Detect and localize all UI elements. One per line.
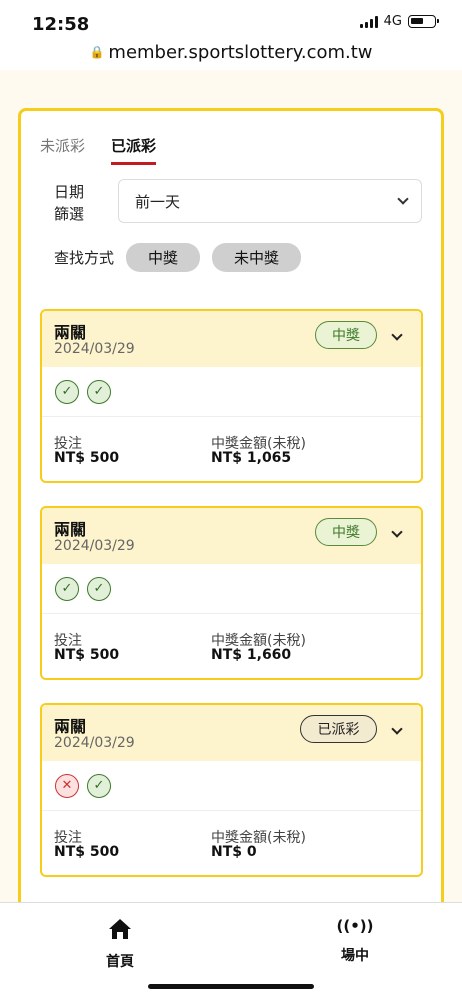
stake-value: NT$ 500	[54, 647, 120, 663]
chevron-down-icon[interactable]	[391, 723, 403, 735]
home-icon	[109, 919, 131, 939]
status-bar: 12:58 4G 🔒 member.sportslottery.com.tw	[0, 0, 462, 70]
nav-live[interactable]: ((•)) 場中	[315, 917, 395, 965]
check-circle-icon: ✓	[87, 379, 111, 404]
check-circle-icon: ✓	[55, 379, 79, 404]
prize-value: NT$ 1,660	[211, 647, 292, 663]
chevron-down-icon	[397, 193, 409, 205]
bet-card-header: 兩關 2024/03/29 中獎	[42, 508, 421, 564]
search-method-row: 查找方式 中獎 未中獎	[54, 243, 302, 272]
stake-value: NT$ 500	[54, 450, 120, 466]
lock-icon: 🔒	[89, 45, 105, 59]
check-circle-icon: ✓	[87, 773, 111, 798]
cross-circle-icon: ✕	[55, 773, 79, 798]
bet-card-header: 兩關 2024/03/29 中獎	[42, 311, 421, 367]
bet-type: 兩關	[54, 717, 87, 736]
chevron-down-icon[interactable]	[391, 329, 403, 341]
nav-home-label: 首頁	[106, 954, 134, 970]
status-badge: 中獎	[315, 518, 377, 546]
bet-date: 2024/03/29	[54, 341, 135, 357]
leg-results: ✓ ✓	[42, 564, 421, 614]
leg-results: ✓ ✓	[42, 367, 421, 417]
prize-value: NT$ 1,065	[211, 450, 292, 466]
tab-settled[interactable]: 已派彩	[111, 135, 157, 165]
payout-tabs: 未派彩 已派彩	[40, 135, 157, 165]
bet-card-footer: 投注 NT$ 500 中獎金額(未稅) NT$ 1,065	[42, 417, 421, 481]
status-indicators: 4G	[359, 14, 439, 29]
date-filter-label: 日期篩選	[54, 183, 85, 223]
nav-home[interactable]: 首頁	[80, 917, 160, 971]
chevron-down-icon[interactable]	[391, 526, 403, 538]
bet-card[interactable]: 兩關 2024/03/29 中獎 ✓ ✓ 投注 NT$ 500 中獎金額(未稅)…	[40, 309, 423, 483]
filter-win-button[interactable]: 中獎	[126, 243, 201, 272]
bet-card-footer: 投注 NT$ 500 中獎金額(未稅) NT$ 1,660	[42, 614, 421, 678]
bet-type: 兩關	[54, 520, 87, 539]
prize-value: NT$ 0	[211, 844, 257, 860]
home-indicator	[148, 984, 314, 989]
bet-card-footer: 投注 NT$ 500 中獎金額(未稅) NT$ 0	[42, 811, 421, 875]
bet-type: 兩關	[54, 323, 87, 342]
network-type: 4G	[383, 14, 402, 29]
date-filter-select[interactable]: 前一天	[118, 179, 422, 223]
page-content: 未派彩 已派彩 日期篩選 前一天 查找方式 中獎 未中獎 兩關 2024/03/…	[0, 70, 462, 938]
bet-card[interactable]: 兩關 2024/03/29 已派彩 ✕ ✓ 投注 NT$ 500 中獎金額(未稅…	[40, 703, 423, 877]
bet-date: 2024/03/29	[54, 735, 135, 751]
check-circle-icon: ✓	[87, 576, 111, 601]
bet-card[interactable]: 兩關 2024/03/29 中獎 ✓ ✓ 投注 NT$ 500 中獎金額(未稅)…	[40, 506, 423, 680]
status-badge: 已派彩	[300, 715, 377, 743]
live-broadcast-icon: ((•))	[336, 917, 374, 935]
check-circle-icon: ✓	[55, 576, 79, 601]
bet-history-panel: 未派彩 已派彩 日期篩選 前一天 查找方式 中獎 未中獎 兩關 2024/03/…	[18, 108, 444, 938]
filter-lose-button[interactable]: 未中獎	[212, 243, 302, 272]
nav-live-label: 場中	[341, 948, 369, 964]
stake-value: NT$ 500	[54, 844, 120, 860]
battery-icon	[408, 15, 439, 28]
search-method-label: 查找方式	[54, 249, 115, 267]
date-filter-value: 前一天	[135, 192, 181, 211]
bet-date: 2024/03/29	[54, 538, 135, 554]
tab-unsettled[interactable]: 未派彩	[40, 135, 85, 165]
status-time: 12:58	[32, 14, 90, 35]
status-badge: 中獎	[315, 321, 377, 349]
bet-card-header: 兩關 2024/03/29 已派彩	[42, 705, 421, 761]
signal-icon	[359, 15, 378, 28]
leg-results: ✕ ✓	[42, 761, 421, 811]
address-bar[interactable]: 🔒 member.sportslottery.com.tw	[0, 42, 462, 63]
url-text: member.sportslottery.com.tw	[108, 42, 373, 63]
